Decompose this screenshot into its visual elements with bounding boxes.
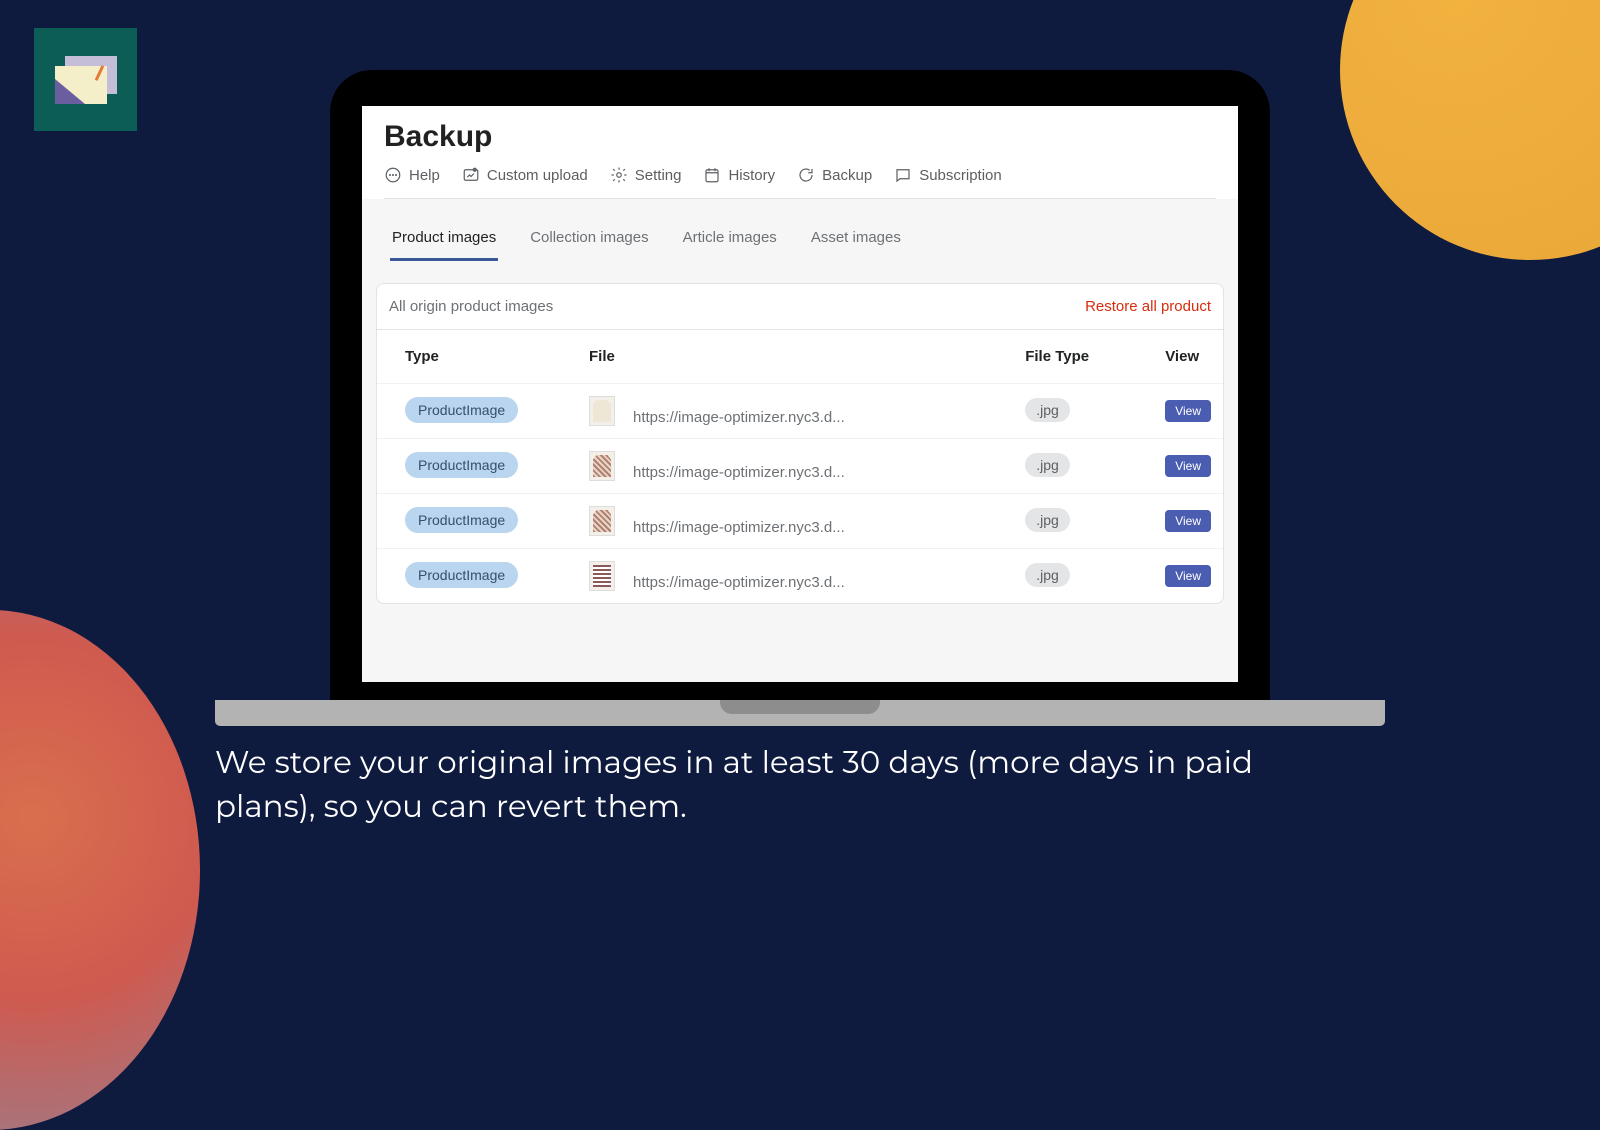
thumbnail-icon	[589, 561, 615, 591]
filetype-pill: .jpg	[1025, 508, 1070, 532]
subscription-label: Subscription	[919, 167, 1002, 184]
decoration-blob-red	[0, 610, 200, 1130]
column-file: File	[577, 330, 1013, 384]
upload-icon	[462, 166, 480, 184]
view-button[interactable]: View	[1165, 510, 1211, 532]
help-label: Help	[409, 167, 440, 184]
setting-button[interactable]: Setting	[610, 166, 682, 184]
thumbnail-icon	[589, 506, 615, 536]
file-url: https://image-optimizer.nyc3.d...	[633, 464, 845, 481]
tab-article-images[interactable]: Article images	[681, 217, 779, 261]
tabs: Product images Collection images Article…	[376, 217, 1224, 261]
restore-all-link[interactable]: Restore all product	[1085, 298, 1211, 315]
backup-label: Backup	[822, 167, 872, 184]
images-table: Type File File Type View ProductImage htt…	[377, 330, 1223, 603]
panel-heading: All origin product images	[389, 298, 553, 315]
tab-product-images[interactable]: Product images	[390, 217, 498, 261]
table-row: ProductImage https://image-optimizer.nyc3…	[377, 439, 1223, 494]
history-label: History	[728, 167, 775, 184]
filetype-pill: .jpg	[1025, 563, 1070, 587]
custom-upload-button[interactable]: Custom upload	[462, 166, 588, 184]
type-badge: ProductImage	[405, 397, 518, 423]
view-button[interactable]: View	[1165, 400, 1211, 422]
tab-asset-images[interactable]: Asset images	[809, 217, 903, 261]
type-badge: ProductImage	[405, 452, 518, 478]
toolbar: Help Custom upload Setting History	[384, 166, 1216, 199]
setting-label: Setting	[635, 167, 682, 184]
help-button[interactable]: Help	[384, 166, 440, 184]
view-button[interactable]: View	[1165, 455, 1211, 477]
backup-button[interactable]: Backup	[797, 166, 872, 184]
type-badge: ProductImage	[405, 507, 518, 533]
thumbnail-icon	[589, 396, 615, 426]
gear-icon	[610, 166, 628, 184]
file-url: https://image-optimizer.nyc3.d...	[633, 574, 845, 591]
file-url: https://image-optimizer.nyc3.d...	[633, 409, 845, 426]
table-row: ProductImage https://image-optimizer.nyc3…	[377, 384, 1223, 439]
decoration-blob-orange	[1340, 0, 1600, 260]
filetype-pill: .jpg	[1025, 453, 1070, 477]
refresh-icon	[797, 166, 815, 184]
type-badge: ProductImage	[405, 562, 518, 588]
app-window: Backup Help Custom upload Setting	[362, 106, 1238, 682]
view-button[interactable]: View	[1165, 565, 1211, 587]
app-logo-icon	[34, 28, 137, 131]
images-panel: All origin product images Restore all pr…	[376, 283, 1224, 604]
table-row: ProductImage https://image-optimizer.nyc3…	[377, 494, 1223, 549]
message-icon	[894, 166, 912, 184]
column-view: View	[1153, 330, 1223, 384]
calendar-icon	[703, 166, 721, 184]
marketing-caption: We store your original images in at leas…	[215, 741, 1265, 828]
column-filetype: File Type	[1013, 330, 1153, 384]
chat-icon	[384, 166, 402, 184]
tab-collection-images[interactable]: Collection images	[528, 217, 650, 261]
page-title: Backup	[384, 120, 1216, 154]
filetype-pill: .jpg	[1025, 398, 1070, 422]
file-url: https://image-optimizer.nyc3.d...	[633, 519, 845, 536]
thumbnail-icon	[589, 451, 615, 481]
subscription-button[interactable]: Subscription	[894, 166, 1002, 184]
history-button[interactable]: History	[703, 166, 775, 184]
column-type: Type	[377, 330, 577, 384]
custom-upload-label: Custom upload	[487, 167, 588, 184]
laptop-frame: Backup Help Custom upload Setting	[330, 70, 1270, 726]
table-row: ProductImage https://image-optimizer.nyc3…	[377, 549, 1223, 604]
